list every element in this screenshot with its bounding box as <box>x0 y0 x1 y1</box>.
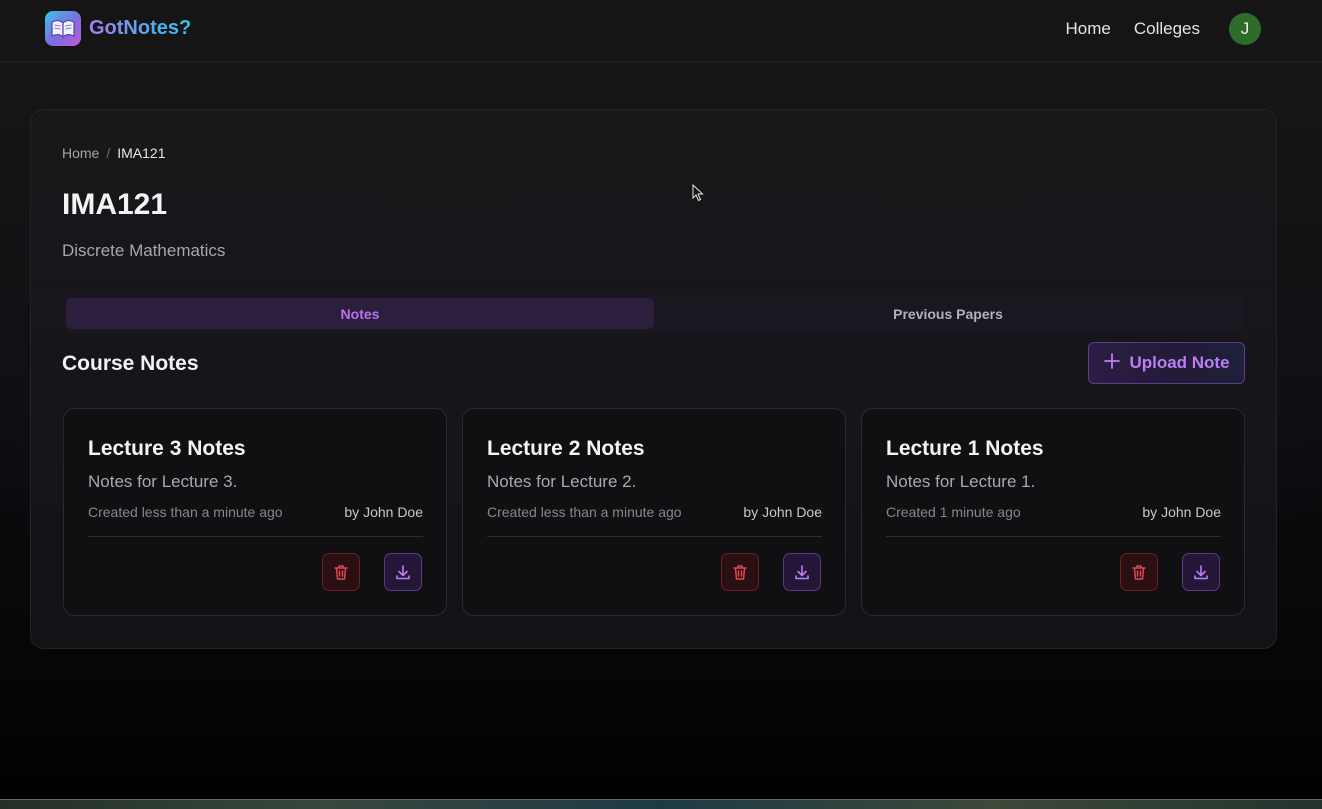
note-title: Lecture 3 Notes <box>88 437 246 460</box>
avatar[interactable]: J <box>1229 13 1261 45</box>
download-note-button[interactable] <box>384 553 422 591</box>
note-author: by John Doe <box>1142 504 1221 520</box>
divider <box>487 536 822 537</box>
note-card: Lecture 3 Notes Notes for Lecture 3. Cre… <box>63 408 447 616</box>
trash-icon <box>334 565 348 580</box>
brand-name: GotNotes? <box>89 17 192 39</box>
page-title: IMA121 <box>62 188 168 221</box>
course-name: Discrete Mathematics <box>62 241 226 260</box>
trash-icon <box>733 565 747 580</box>
nav-links: Home Colleges J <box>1065 13 1261 45</box>
download-icon <box>396 565 410 580</box>
divider <box>886 536 1221 537</box>
delete-note-button[interactable] <box>1120 553 1158 591</box>
delete-note-button[interactable] <box>322 553 360 591</box>
open-book-icon <box>45 11 81 46</box>
note-created: Created 1 minute ago <box>886 504 1021 520</box>
note-author: by John Doe <box>743 504 822 520</box>
breadcrumb: Home / IMA121 <box>62 145 166 161</box>
tab-list: Notes Previous Papers <box>63 295 1245 332</box>
navbar: GotNotes? Home Colleges J <box>0 0 1322 62</box>
plus-icon <box>1103 352 1121 375</box>
tab-previous-papers[interactable]: Previous Papers <box>654 298 1242 329</box>
download-icon <box>1194 565 1208 580</box>
section-title: Course Notes <box>62 352 199 375</box>
download-note-button[interactable] <box>783 553 821 591</box>
delete-note-button[interactable] <box>721 553 759 591</box>
taskbar-edge <box>0 799 1322 809</box>
divider <box>88 536 423 537</box>
upload-note-button[interactable]: Upload Note <box>1088 342 1245 384</box>
download-icon <box>795 565 809 580</box>
breadcrumb-current: IMA121 <box>117 145 166 161</box>
mouse-cursor-icon <box>692 183 704 207</box>
tab-notes[interactable]: Notes <box>66 298 654 329</box>
nav-link-home[interactable]: Home <box>1065 19 1110 39</box>
note-title: Lecture 1 Notes <box>886 437 1044 460</box>
download-note-button[interactable] <box>1182 553 1220 591</box>
breadcrumb-home[interactable]: Home <box>62 145 99 161</box>
note-title: Lecture 2 Notes <box>487 437 645 460</box>
note-description: Notes for Lecture 2. <box>487 472 637 491</box>
note-card: Lecture 1 Notes Notes for Lecture 1. Cre… <box>861 408 1245 616</box>
trash-icon <box>1132 565 1146 580</box>
note-created: Created less than a minute ago <box>88 504 283 520</box>
nav-link-colleges[interactable]: Colleges <box>1134 19 1200 39</box>
note-created: Created less than a minute ago <box>487 504 682 520</box>
course-panel: Home / IMA121 IMA121 Discrete Mathematic… <box>30 109 1277 649</box>
note-description: Notes for Lecture 1. <box>886 472 1036 491</box>
note-description: Notes for Lecture 3. <box>88 472 238 491</box>
note-author: by John Doe <box>344 504 423 520</box>
brand[interactable]: GotNotes? <box>45 11 191 46</box>
note-card: Lecture 2 Notes Notes for Lecture 2. Cre… <box>462 408 846 616</box>
upload-note-label: Upload Note <box>1129 353 1230 372</box>
breadcrumb-separator: / <box>106 145 111 161</box>
